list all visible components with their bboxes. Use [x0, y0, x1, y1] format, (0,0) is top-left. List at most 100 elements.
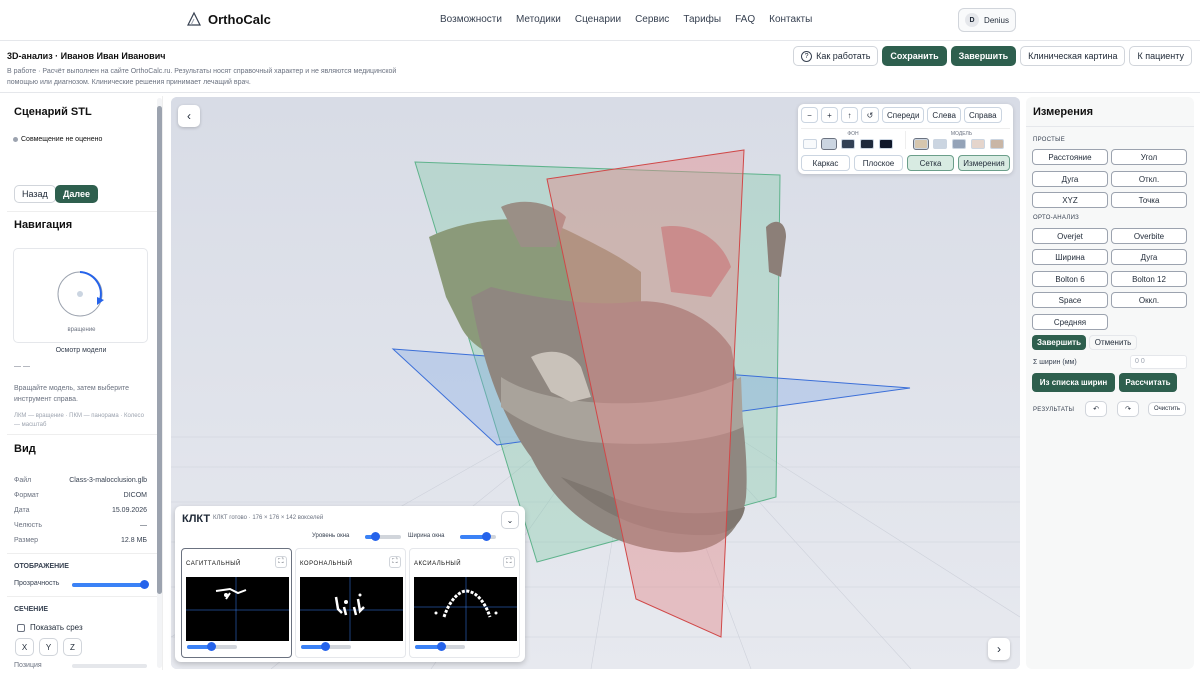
model-color-swatch[interactable]: [913, 138, 929, 150]
calculate-button[interactable]: Рассчитать: [1119, 373, 1177, 392]
expand-icon[interactable]: ⛶: [389, 556, 401, 568]
expand-icon[interactable]: ⛶: [275, 556, 287, 568]
window-level-slider[interactable]: [365, 532, 401, 541]
axial-slider[interactable]: [415, 642, 465, 651]
save-button[interactable]: Сохранить: [882, 46, 947, 66]
distance-button[interactable]: Расстояние: [1032, 149, 1108, 165]
arc-button[interactable]: Дуга: [1032, 171, 1108, 187]
header-actions: ? Как работать Сохранить Завершить Клинич…: [793, 46, 1192, 66]
finish-button[interactable]: Завершить: [950, 46, 1017, 66]
mode-measure-button[interactable]: Измерения: [958, 155, 1010, 171]
nav-pricing[interactable]: Тарифы: [683, 14, 721, 25]
model-color-swatch[interactable]: [933, 139, 947, 149]
sagittal-slider[interactable]: [187, 642, 237, 651]
expand-icon[interactable]: ⛶: [503, 556, 515, 568]
deviation-button[interactable]: Откл.: [1111, 171, 1187, 187]
sum-widths-input[interactable]: 0 0: [1130, 355, 1187, 369]
axis-y-button[interactable]: Y: [39, 638, 58, 656]
from-widths-list-button[interactable]: Из списка ширин: [1032, 373, 1115, 392]
window-level-thumb[interactable]: [371, 532, 380, 541]
sagittal-image[interactable]: [186, 577, 289, 641]
rotation-widget[interactable]: вращение: [13, 248, 148, 343]
up-arrow-button[interactable]: ↑: [841, 107, 858, 123]
space-button[interactable]: Space: [1032, 292, 1108, 308]
nav-faq[interactable]: FAQ: [735, 14, 755, 25]
nav-methods[interactable]: Методики: [516, 14, 561, 25]
view-left-button[interactable]: Слева: [927, 107, 961, 123]
coronal-thumb[interactable]: [321, 642, 330, 651]
model-color-swatch[interactable]: [971, 139, 985, 149]
analysis-header: 3D-анализ · Иванов Иван Иванович В работ…: [0, 41, 1200, 93]
bg-color-swatch[interactable]: [879, 139, 893, 149]
bg-color-swatch[interactable]: [803, 139, 817, 149]
coronal-panel[interactable]: КОРОНАЛЬНЫЙ ⛶: [295, 548, 406, 658]
axial-panel[interactable]: АКСИАЛЬНЫЙ ⛶: [409, 548, 520, 658]
reset-view-button[interactable]: ↺: [861, 107, 879, 123]
collapse-left-button[interactable]: ‹: [178, 105, 200, 127]
to-patient-button[interactable]: К пациенту: [1129, 46, 1192, 66]
overbite-button[interactable]: Overbite: [1111, 228, 1187, 244]
expand-right-button[interactable]: ›: [988, 638, 1010, 660]
ortho-arc-button[interactable]: Дуга: [1111, 249, 1187, 265]
transparency-slider[interactable]: [72, 580, 149, 589]
back-button[interactable]: Назад: [14, 185, 56, 203]
main-nav: Возможности Методики Сценарии Сервис Тар…: [440, 14, 812, 25]
zoom-in-button[interactable]: +: [821, 107, 838, 123]
clinical-picture-button[interactable]: Клиническая картина: [1020, 46, 1126, 66]
bolton12-button[interactable]: Bolton 12: [1111, 271, 1187, 287]
model-color-swatch[interactable]: [990, 139, 1004, 149]
nav-features[interactable]: Возможности: [440, 14, 502, 25]
width-button[interactable]: Ширина: [1032, 249, 1108, 265]
coronal-image[interactable]: [300, 577, 403, 641]
bg-color-swatch[interactable]: [860, 139, 874, 149]
bg-color-swatch[interactable]: [841, 139, 855, 149]
axis-x-button[interactable]: X: [15, 638, 34, 656]
midline-button[interactable]: Средняя: [1032, 314, 1108, 330]
nav-service[interactable]: Сервис: [635, 14, 669, 25]
angle-button[interactable]: Угол: [1111, 149, 1187, 165]
model-color-swatch[interactable]: [952, 139, 966, 149]
axis-z-button[interactable]: Z: [63, 638, 82, 656]
window-width-thumb[interactable]: [482, 532, 491, 541]
measurements-sidebar: Измерения ПРОСТЫЕ Расстояние Угол Дуга О…: [1026, 97, 1194, 669]
coronal-slider[interactable]: [301, 642, 351, 651]
undo-button[interactable]: ↶: [1085, 401, 1107, 417]
next-button[interactable]: Далее: [55, 185, 99, 203]
sagittal-panel[interactable]: САГИТТАЛЬНЫЙ ⛶: [181, 548, 292, 658]
prop-key: Файл: [14, 477, 32, 484]
bolton6-button[interactable]: Bolton 6: [1032, 271, 1108, 287]
window-level-label: Уровень окна: [312, 533, 350, 539]
view-front-button[interactable]: Спереди: [882, 107, 925, 123]
left-scrollbar[interactable]: [157, 98, 162, 668]
xyz-button[interactable]: XYZ: [1032, 192, 1108, 208]
zoom-out-button[interactable]: −: [801, 107, 818, 123]
redo-button[interactable]: ↷: [1117, 401, 1139, 417]
view-right-button[interactable]: Справа: [963, 107, 1002, 123]
mode-grid-button[interactable]: Сетка: [907, 155, 955, 171]
cbct-collapse-button[interactable]: ⌄: [501, 511, 519, 529]
show-slice-checkbox[interactable]: [17, 623, 25, 632]
axial-thumb[interactable]: [437, 642, 446, 651]
user-menu-button[interactable]: D Denius: [958, 8, 1016, 32]
nav-contacts[interactable]: Контакты: [769, 14, 812, 25]
position-slider[interactable]: [72, 664, 147, 668]
cancel-measure-button[interactable]: Отменить: [1089, 335, 1137, 350]
sagittal-thumb[interactable]: [207, 642, 216, 651]
point-button[interactable]: Точка: [1111, 192, 1187, 208]
sum-widths-label: Σ ширин (мм): [1033, 359, 1077, 366]
clear-results-button[interactable]: Очистить: [1148, 402, 1186, 416]
logo[interactable]: OrthoCalc: [186, 11, 271, 27]
left-scroll-thumb[interactable]: [157, 106, 162, 594]
mode-wireframe-button[interactable]: Каркас: [801, 155, 850, 171]
position-label: Позиция: [14, 662, 42, 669]
mode-flat-button[interactable]: Плоское: [854, 155, 903, 171]
nav-scenarios[interactable]: Сценарии: [575, 14, 621, 25]
overjet-button[interactable]: Overjet: [1032, 228, 1108, 244]
window-width-slider[interactable]: [460, 532, 496, 541]
occlusion-button[interactable]: Оккл.: [1111, 292, 1187, 308]
axial-image[interactable]: [414, 577, 517, 641]
bg-color-swatch[interactable]: [821, 138, 837, 150]
how-it-works-button[interactable]: ? Как работать: [793, 46, 879, 66]
finish-measure-button[interactable]: Завершить: [1032, 335, 1086, 350]
transparency-thumb[interactable]: [140, 580, 149, 589]
